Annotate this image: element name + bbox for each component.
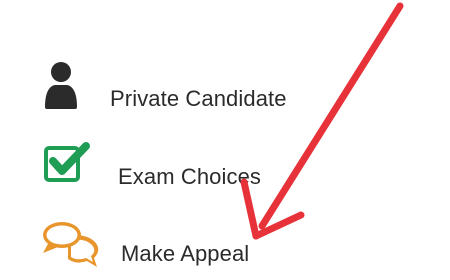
menu-item-make-appeal[interactable]: Make Appeal <box>0 210 300 280</box>
person-icon <box>45 62 77 109</box>
app-screen: Private Candidate Exam Choices Make Appe… <box>0 0 450 280</box>
chat-bubbles-icon <box>43 222 99 267</box>
menu-item-label: Private Candidate <box>110 86 287 111</box>
checkbox-checked-icon <box>44 142 90 182</box>
menu-item-private-candidate[interactable]: Private Candidate <box>0 50 300 120</box>
menu-item-label: Make Appeal <box>121 241 250 266</box>
menu-item-label: Exam Choices <box>118 164 262 189</box>
menu-item-exam-choices[interactable]: Exam Choices <box>0 130 300 200</box>
